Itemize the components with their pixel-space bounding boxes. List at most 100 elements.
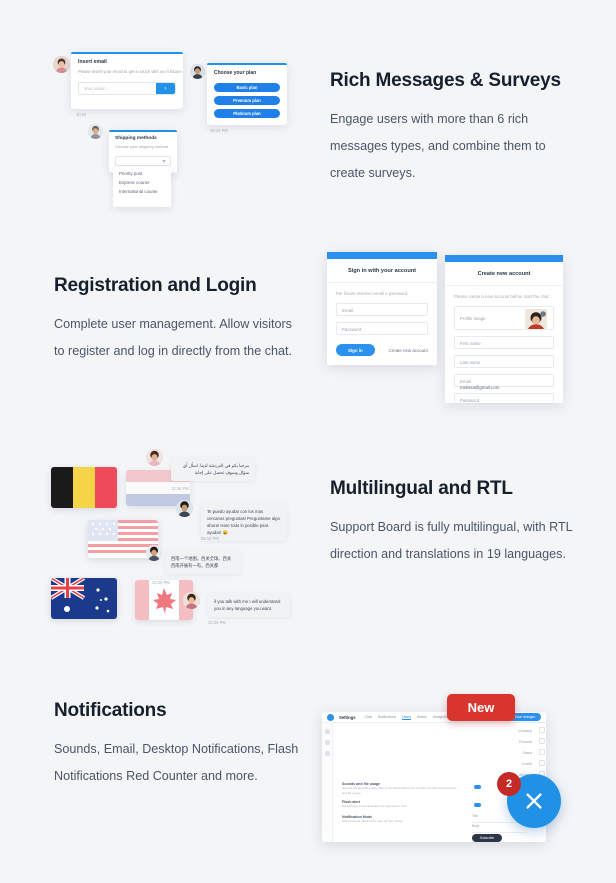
description-multilingual: Support Board is fully multilingual, wit… [330, 520, 573, 561]
tab-notifications[interactable]: Notifications [378, 715, 396, 719]
divider [445, 285, 563, 286]
section-rich-messages: Rich Messages & Surveys Engage users wit… [330, 70, 580, 187]
close-icon [526, 793, 542, 809]
page-title-rich-messages: Rich Messages & Surveys [330, 70, 561, 91]
section-notifications: Notifications Sounds, Email, Desktop Not… [54, 700, 304, 790]
toggle-sounds[interactable] [474, 785, 481, 789]
rich-message-plan-card[interactable]: Choose your plan Basic plan Premium plan… [207, 63, 287, 125]
profile-image-field[interactable]: Profile image [454, 306, 554, 330]
card-title: Shipping methods [115, 136, 157, 141]
status-badge-new: New [447, 694, 515, 721]
setting-description: Extends the sound activation by registra… [342, 804, 408, 808]
sidebar-icon-settings[interactable] [324, 751, 330, 756]
setting-description: Add customer fields to the sign up form … [342, 819, 404, 823]
checkbox-growth[interactable] [539, 760, 545, 766]
password-field[interactable]: Password [454, 393, 554, 406]
tab-users[interactable]: Users [402, 715, 412, 720]
profile-photo-thumbnail [525, 309, 547, 329]
rich-message-email-card[interactable]: Insert email Please insert your email to… [71, 52, 183, 109]
register-card[interactable]: Create new account Please create a new a… [445, 255, 563, 406]
card-title: Choose your plan [214, 70, 257, 76]
checkbox-personal[interactable] [539, 738, 545, 744]
avatar [53, 56, 70, 73]
plan-button-platinum[interactable]: Platinum plan [214, 109, 280, 118]
setting-row: Flash alert Extends the sound activation… [342, 800, 457, 809]
email-label: Email [460, 379, 471, 384]
flag-australia [51, 578, 117, 619]
signin-actions: Sign in Create new account [336, 344, 428, 356]
input-body[interactable]: Body [472, 824, 527, 833]
avatar [88, 124, 103, 139]
toggle-flash-alert[interactable] [474, 803, 481, 807]
first-name-field[interactable]: First name [454, 336, 554, 349]
page-title-multilingual: Multilingual and RTL [330, 478, 513, 499]
email-input-row[interactable]: Your email ... › [78, 82, 176, 95]
dashboard-title: Settings [339, 714, 356, 720]
email-input-placeholder[interactable]: Your email ... [79, 86, 156, 91]
chat-message: مرحبا بكم في الدردشة لدينا. اسأل أي سؤال… [171, 457, 255, 481]
tab-chat[interactable]: Chat [365, 715, 372, 719]
chevron-down-icon [162, 160, 166, 163]
avatar [190, 64, 205, 79]
checkbox-label-status: Status [522, 751, 532, 755]
create-account-link[interactable]: Create new account [389, 348, 428, 353]
chevron-right-icon[interactable]: › [156, 83, 175, 94]
plan-button-basic[interactable]: Basic plan [214, 83, 280, 92]
checkbox-status[interactable] [539, 749, 545, 755]
subscribe-button[interactable]: Subscribe [472, 834, 503, 842]
option-priority-post[interactable]: Priority post [113, 167, 171, 176]
input-body-field[interactable] [472, 828, 527, 833]
signin-button[interactable]: Sign in [336, 344, 375, 356]
app-logo-icon [327, 713, 334, 721]
chat-message: if you talk with me I will understand yo… [208, 593, 290, 617]
register-title: Create new account [477, 271, 531, 277]
timestamp: 10:29 PM [208, 620, 226, 625]
shipping-options-dropdown[interactable]: Priority post Express courier Internatio… [113, 167, 171, 207]
page-title-registration: Registration and Login [54, 275, 257, 296]
setting-description: Sounds the specific image, files to the … [342, 786, 457, 795]
plan-button-premium[interactable]: Premium plan [214, 96, 280, 105]
timestamp: 10:04 [76, 112, 87, 117]
email-value[interactable]: melissa@gmail.com [460, 384, 553, 390]
tab-status[interactable]: Status [417, 715, 427, 719]
email-field[interactable]: Email [336, 303, 428, 316]
sidebar-icon-users[interactable] [324, 740, 330, 745]
last-name-field[interactable]: Last name [454, 355, 554, 368]
avatar [146, 449, 163, 466]
timestamp: 06:10 PM [201, 536, 219, 541]
checkbox-label-growth: Growth [521, 762, 532, 766]
setting-row: Sounds and file usage Sounds the specifi… [342, 782, 457, 795]
avatar [183, 592, 200, 609]
option-express-courier[interactable]: Express courier [113, 176, 171, 185]
sidebar-icon-conversations[interactable] [324, 729, 330, 734]
checkbox-company[interactable] [539, 727, 545, 733]
setting-row: Notification Mode Add customer fields to… [342, 815, 452, 824]
card-accent-bar [327, 252, 437, 259]
timestamp: 12:34 PM [171, 486, 189, 491]
signin-card[interactable]: Sign in with your account Per favore ins… [327, 252, 437, 365]
description-registration: Complete user management. Allow visitors… [54, 317, 292, 358]
option-international-courier[interactable]: International courier [113, 185, 171, 194]
signin-title: Sign in with your account [347, 268, 417, 274]
avatar [176, 500, 193, 517]
section-multilingual: Multilingual and RTL Support Board is fu… [330, 478, 580, 568]
section-registration: Registration and Login Complete user man… [54, 275, 304, 365]
notification-counter-badge: 2 [497, 772, 521, 796]
dashboard-sidebar[interactable] [322, 723, 333, 842]
card-subtitle: Please insert your email to get in touch… [78, 69, 182, 74]
card-title: Insert email [78, 59, 107, 65]
email-field[interactable]: Email melissa@gmail.com [454, 374, 554, 390]
description-rich-messages: Engage users with more than 6 rich messa… [330, 112, 546, 180]
shipping-select[interactable] [115, 156, 171, 166]
description-notifications: Sounds, Email, Desktop Notifications, Fl… [54, 742, 299, 783]
flag-belgium [51, 467, 117, 508]
password-field[interactable]: Password [336, 322, 428, 335]
register-description: Please create a new account before start… [454, 294, 550, 299]
timestamp: 05:34 PM [210, 128, 228, 133]
card-subtitle: Choose your shipping method [115, 144, 169, 149]
card-accent-bar [445, 255, 563, 262]
avatar [146, 545, 162, 561]
profile-image-label: Profile image [460, 316, 486, 321]
divider [327, 282, 437, 283]
signin-description: Per favore inserisci email e password. [336, 291, 409, 296]
